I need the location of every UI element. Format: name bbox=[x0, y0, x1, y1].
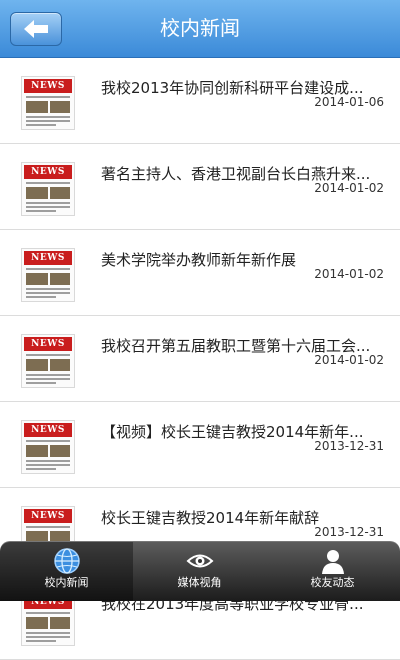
eye-icon bbox=[186, 554, 214, 568]
news-item[interactable]: NEWS 美术学院举办教师新年新作展 2014-01-02 bbox=[0, 230, 400, 316]
news-thumbnail: NEWS bbox=[21, 334, 75, 388]
news-date: 2014-01-02 bbox=[314, 353, 384, 367]
tab-label: 媒体视角 bbox=[177, 576, 222, 589]
news-item[interactable]: NEWS 【视频】校长王键吉教授2014年新年... 2013-12-31 bbox=[0, 402, 400, 488]
news-thumbnail: NEWS bbox=[21, 76, 75, 130]
news-thumbnail: NEWS bbox=[21, 248, 75, 302]
news-item[interactable]: NEWS 著名主持人、香港卫视副台长白燕升来... 2014-01-02 bbox=[0, 144, 400, 230]
tab-label: 校内新闻 bbox=[44, 576, 89, 589]
bottom-tab-bar: 校内新闻 媒体视角 校友动态 bbox=[0, 541, 400, 601]
news-badge: NEWS bbox=[24, 509, 72, 523]
person-icon bbox=[322, 550, 344, 574]
tab-label: 校友动态 bbox=[310, 576, 355, 589]
news-date: 2013-12-31 bbox=[314, 439, 384, 453]
page-title: 校内新闻 bbox=[160, 16, 240, 40]
header-bar: 校内新闻 bbox=[0, 0, 400, 58]
news-date: 2013-12-31 bbox=[314, 525, 384, 539]
news-badge: NEWS bbox=[24, 337, 72, 351]
news-badge: NEWS bbox=[24, 423, 72, 437]
news-badge: NEWS bbox=[24, 79, 72, 93]
news-badge: NEWS bbox=[24, 251, 72, 265]
news-thumbnail: NEWS bbox=[21, 420, 75, 474]
news-item[interactable]: NEWS 我校召开第五届教职工暨第十六届工会... 2014-01-02 bbox=[0, 316, 400, 402]
news-thumbnail: NEWS bbox=[21, 162, 75, 216]
news-badge: NEWS bbox=[24, 165, 72, 179]
tab-media-view[interactable]: 媒体视角 bbox=[133, 542, 266, 601]
tab-campus-news[interactable]: 校内新闻 bbox=[0, 542, 133, 601]
news-date: 2014-01-02 bbox=[314, 267, 384, 281]
globe-icon bbox=[54, 548, 80, 574]
news-date: 2014-01-06 bbox=[314, 95, 384, 109]
news-date: 2014-01-02 bbox=[314, 181, 384, 195]
news-item[interactable]: NEWS 我校2013年协同创新科研平台建设成... 2014-01-06 bbox=[0, 58, 400, 144]
tab-alumni-news[interactable]: 校友动态 bbox=[266, 542, 399, 601]
